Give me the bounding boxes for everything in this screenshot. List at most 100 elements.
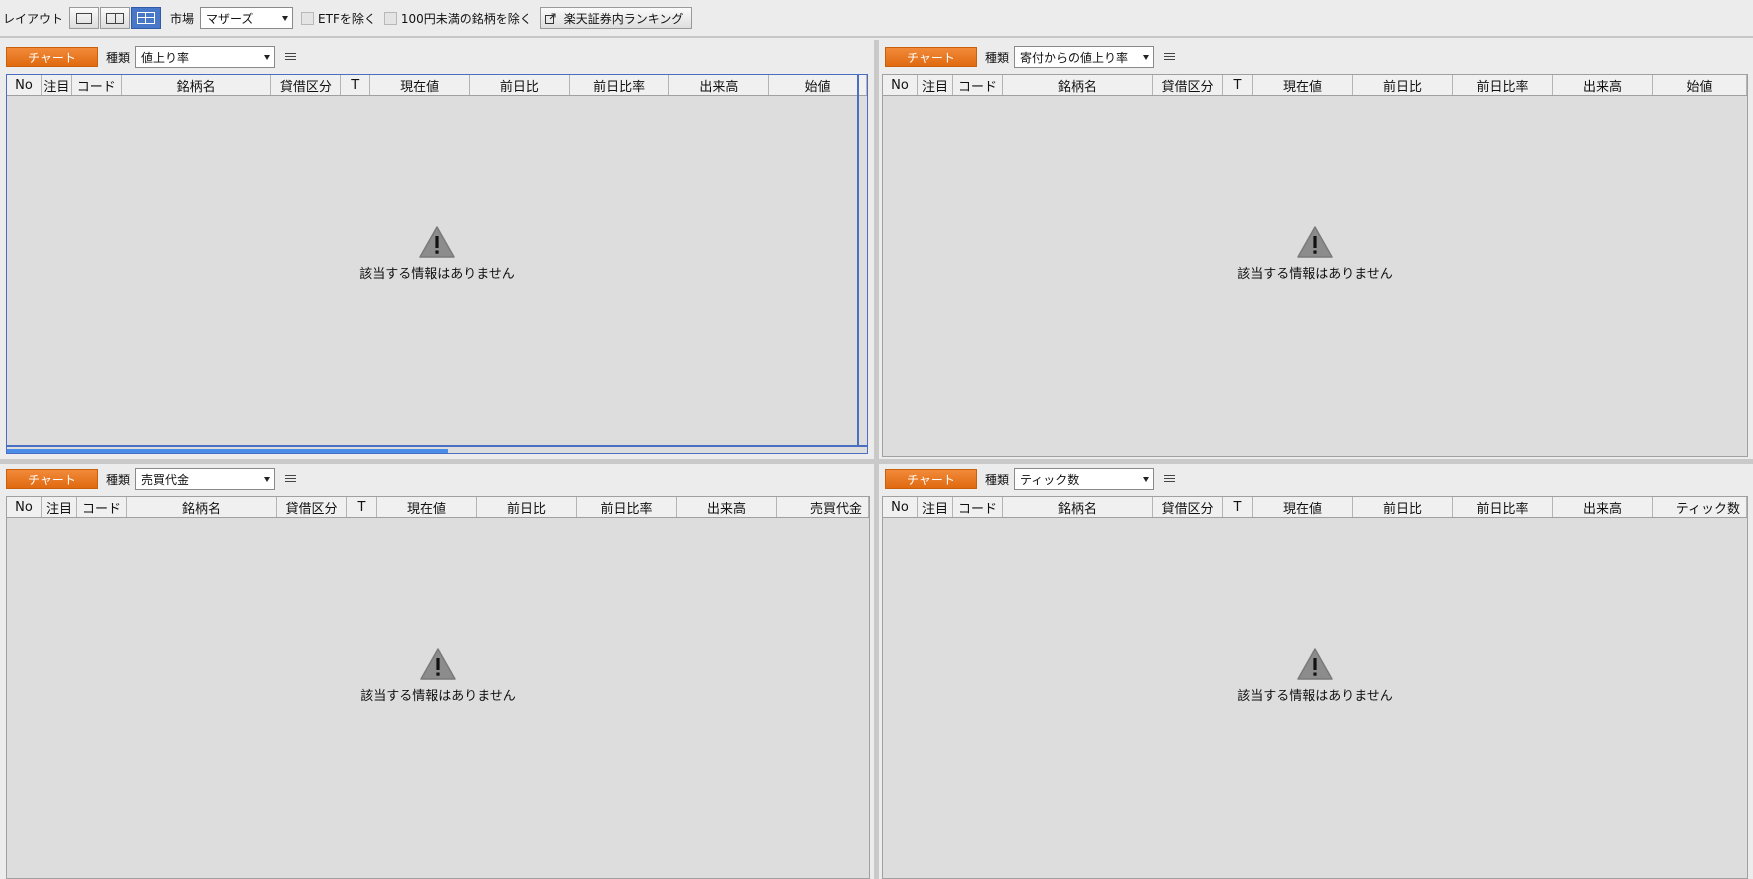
column-header[interactable]: 銘柄名 bbox=[122, 75, 272, 95]
panel-header: チャート 種類 値上り率 bbox=[0, 42, 874, 72]
column-header[interactable]: No bbox=[7, 75, 42, 95]
column-header[interactable]: No bbox=[7, 497, 42, 517]
warning-icon bbox=[420, 648, 456, 680]
column-header[interactable]: 銘柄名 bbox=[1003, 497, 1153, 517]
ranking-button[interactable]: 楽天証券内ランキング bbox=[539, 7, 693, 29]
exclude-under100-checkbox[interactable] bbox=[383, 11, 397, 25]
external-link-icon bbox=[544, 13, 556, 24]
column-header[interactable]: 前日比率 bbox=[577, 497, 677, 517]
empty-message: 該当する情報はありません bbox=[1237, 267, 1393, 282]
column-header[interactable]: 貸借区分 bbox=[277, 497, 347, 517]
column-header[interactable]: 現在値 bbox=[1253, 497, 1353, 517]
exclude-etf-checkbox[interactable] bbox=[301, 11, 315, 25]
column-header[interactable]: T bbox=[347, 497, 377, 517]
column-header[interactable]: No bbox=[883, 497, 918, 517]
exclude-under100-option[interactable]: 100円未満の銘柄を除く bbox=[383, 10, 532, 27]
ranking-panel-top-left: チャート 種類 値上り率 No 注目 コード 銘柄名 貸借区分 T 現在値 前日… bbox=[0, 42, 874, 459]
warning-icon bbox=[419, 226, 455, 258]
chevron-down-icon bbox=[1143, 55, 1150, 60]
type-label: 種類 bbox=[985, 50, 1010, 65]
type-select[interactable]: 寄付からの値上り率 bbox=[1014, 46, 1155, 68]
type-select[interactable]: 売買代金 bbox=[135, 468, 276, 490]
column-header[interactable]: 注目 bbox=[42, 75, 72, 95]
column-header[interactable]: 前日比 bbox=[470, 75, 570, 95]
chart-button[interactable]: チャート bbox=[6, 469, 98, 489]
column-header[interactable]: ティック数 bbox=[1653, 497, 1747, 517]
column-header[interactable]: T bbox=[341, 75, 371, 95]
column-header[interactable]: 出来高 bbox=[677, 497, 777, 517]
exclude-etf-option[interactable]: ETFを除く bbox=[301, 10, 376, 27]
column-header[interactable]: 前日比 bbox=[1353, 497, 1453, 517]
column-header[interactable]: 前日比率 bbox=[570, 75, 670, 95]
layout-quad-button[interactable] bbox=[131, 7, 162, 29]
column-header[interactable]: 前日比率 bbox=[1453, 75, 1553, 95]
ranking-panel-bottom-right: チャート 種類 ティック数 No 注目 コード 銘柄名 貸借区分 T 現在値 前… bbox=[879, 464, 1753, 879]
column-header[interactable]: T bbox=[1223, 75, 1253, 95]
column-header[interactable]: 貸借区分 bbox=[1153, 497, 1223, 517]
column-header[interactable]: コード bbox=[77, 497, 127, 517]
hamburger-menu-icon[interactable] bbox=[1164, 52, 1176, 62]
column-header[interactable]: 貸借区分 bbox=[271, 75, 342, 95]
column-header[interactable]: 現在値 bbox=[370, 75, 470, 95]
market-select[interactable]: マザーズ bbox=[200, 7, 294, 29]
column-header[interactable]: 前日比 bbox=[1353, 75, 1453, 95]
column-header[interactable]: 注目 bbox=[42, 497, 77, 517]
empty-state: 該当する情報はありません bbox=[883, 647, 1747, 704]
column-header[interactable]: 貸借区分 bbox=[1153, 75, 1223, 95]
column-header[interactable]: 注目 bbox=[918, 497, 953, 517]
ranking-table: No 注目 コード 銘柄名 貸借区分 T 現在値 前日比 前日比率 出来高 始値… bbox=[882, 74, 1748, 457]
horizontal-scrollbar-thumb[interactable] bbox=[7, 449, 448, 453]
column-header[interactable]: コード bbox=[72, 75, 122, 95]
layout-label: レイアウト bbox=[3, 11, 64, 26]
hamburger-menu-icon[interactable] bbox=[285, 474, 297, 484]
type-select[interactable]: 値上り率 bbox=[135, 46, 276, 68]
type-label: 種類 bbox=[106, 50, 131, 65]
type-select-value: 寄付からの値上り率 bbox=[1020, 50, 1129, 65]
empty-message: 該当する情報はありません bbox=[359, 267, 515, 282]
ranking-panel-bottom-left: チャート 種類 売買代金 No 注目 コード 銘柄名 貸借区分 T 現在値 前日… bbox=[0, 464, 874, 879]
hamburger-menu-icon[interactable] bbox=[285, 52, 297, 62]
market-select-value: マザーズ bbox=[206, 11, 254, 26]
column-header[interactable]: 出来高 bbox=[669, 75, 770, 95]
column-header[interactable]: 銘柄名 bbox=[1003, 75, 1153, 95]
layout-dual-button[interactable] bbox=[100, 7, 131, 29]
column-header[interactable]: 注目 bbox=[918, 75, 953, 95]
ranking-table: No 注目 コード 銘柄名 貸借区分 T 現在値 前日比 前日比率 出来高 始値… bbox=[6, 74, 868, 454]
column-header[interactable]: T bbox=[1223, 497, 1253, 517]
column-header[interactable]: 銘柄名 bbox=[127, 497, 277, 517]
hamburger-menu-icon[interactable] bbox=[1164, 474, 1176, 484]
column-header[interactable]: コード bbox=[953, 497, 1003, 517]
column-header[interactable]: コード bbox=[953, 75, 1003, 95]
panel-header: チャート 種類 売買代金 bbox=[0, 464, 874, 494]
type-select-value: ティック数 bbox=[1020, 472, 1080, 487]
type-select-value: 売買代金 bbox=[141, 472, 190, 487]
chart-button[interactable]: チャート bbox=[6, 47, 98, 67]
type-select[interactable]: ティック数 bbox=[1014, 468, 1155, 490]
column-header[interactable]: No bbox=[883, 75, 918, 95]
chevron-down-icon bbox=[264, 477, 271, 482]
column-header[interactable]: 前日比率 bbox=[1453, 497, 1553, 517]
layout-buttons bbox=[69, 7, 162, 29]
layout-dual-icon bbox=[106, 12, 125, 24]
column-header[interactable]: 前日比 bbox=[477, 497, 577, 517]
warning-icon bbox=[1297, 648, 1333, 680]
column-header[interactable]: 現在値 bbox=[1253, 75, 1353, 95]
layout-single-button[interactable] bbox=[69, 7, 100, 29]
column-header[interactable]: 出来高 bbox=[1553, 497, 1653, 517]
column-header[interactable]: 売買代金 bbox=[777, 497, 869, 517]
ranking-table: No 注目 コード 銘柄名 貸借区分 T 現在値 前日比 前日比率 出来高 ティ… bbox=[882, 496, 1748, 879]
chart-button[interactable]: チャート bbox=[885, 469, 977, 489]
ranking-button-label: 楽天証券内ランキング bbox=[563, 11, 684, 26]
chevron-down-icon bbox=[282, 16, 289, 21]
table-header: No 注目 コード 銘柄名 貸借区分 T 現在値 前日比 前日比率 出来高 始値 bbox=[883, 75, 1747, 96]
type-select-value: 値上り率 bbox=[141, 50, 190, 65]
column-header[interactable]: 始値 bbox=[769, 75, 867, 95]
empty-state: 該当する情報はありません bbox=[883, 225, 1747, 282]
chart-button[interactable]: チャート bbox=[885, 47, 977, 67]
column-header[interactable]: 出来高 bbox=[1553, 75, 1653, 95]
market-label: 市場 bbox=[170, 11, 195, 26]
empty-state: 該当する情報はありません bbox=[7, 225, 867, 282]
column-header[interactable]: 始値 bbox=[1653, 75, 1747, 95]
toolbar: レイアウト 市場 マザーズ ETFを除く 100円未満の銘柄を除く 楽天証券内ラ… bbox=[0, 0, 1753, 38]
column-header[interactable]: 現在値 bbox=[377, 497, 477, 517]
